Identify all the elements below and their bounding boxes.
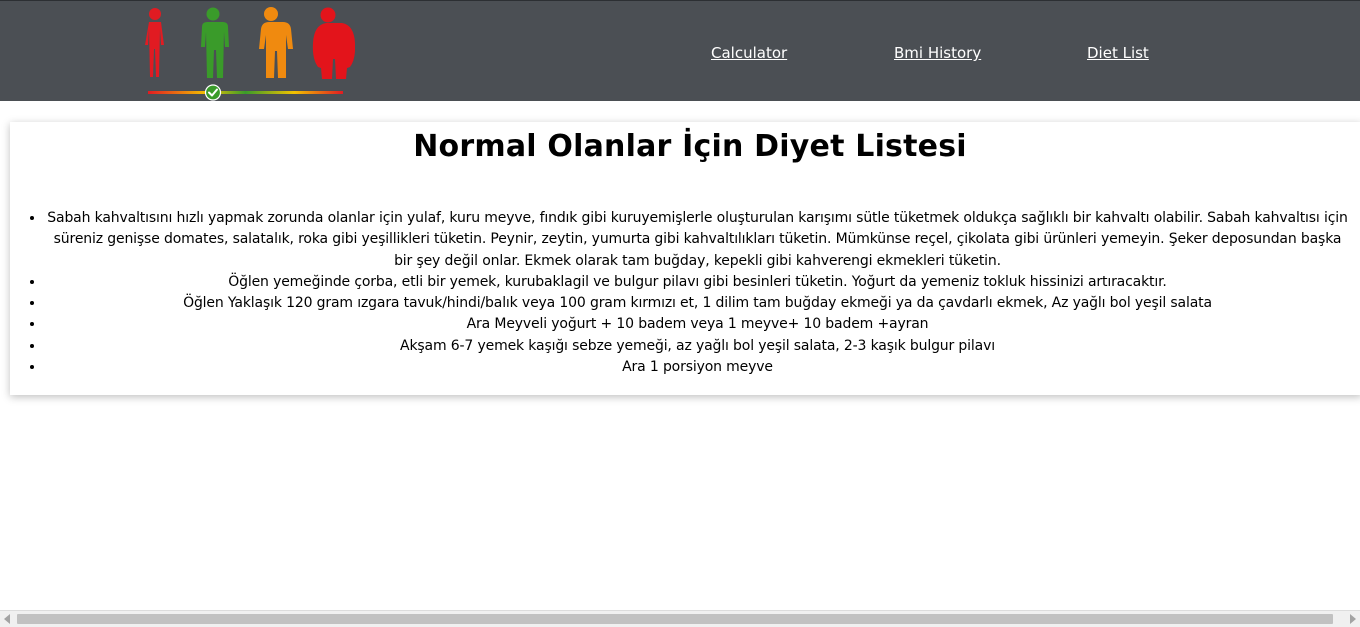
bmi-logo-icon[interactable] <box>140 5 355 101</box>
scroll-right-arrow-icon[interactable] <box>1350 614 1356 624</box>
page-title: Normal Olanlar İçin Diyet Listesi <box>413 129 967 164</box>
scrollbar-thumb[interactable] <box>17 614 1333 624</box>
underweight-figure <box>145 8 164 77</box>
check-icon <box>204 84 222 101</box>
list-item: Akşam 6-7 yemek kaşığı sebze yemeği, az … <box>45 336 1350 357</box>
list-item: Öğlen yemeğinde çorba, etli bir yemek, k… <box>45 272 1350 293</box>
horizontal-scrollbar[interactable] <box>0 610 1360 627</box>
obese-figure <box>312 7 355 79</box>
overweight-figure <box>259 7 293 78</box>
list-item: Sabah kahvaltısını hızlı yapmak zorunda … <box>45 208 1350 272</box>
scroll-left-arrow-icon[interactable] <box>4 614 10 624</box>
list-item: Ara 1 porsiyon meyve <box>45 357 1350 378</box>
diet-card: Normal Olanlar İçin Diyet Listesi Sabah … <box>10 122 1360 395</box>
list-item: Ara Meyveli yoğurt + 10 badem veya 1 mey… <box>45 314 1350 335</box>
nav-calculator-link[interactable]: Calculator <box>711 44 787 62</box>
list-item: Öğlen Yaklaşık 120 gram ızgara tavuk/hin… <box>45 293 1350 314</box>
normal-figure <box>201 7 229 78</box>
nav-bmi-history-link[interactable]: Bmi History <box>894 44 981 62</box>
nav-diet-list-link[interactable]: Diet List <box>1087 44 1149 62</box>
top-navbar: Calculator Bmi History Diet List <box>0 0 1360 101</box>
diet-list: Sabah kahvaltısını hızlı yapmak zorunda … <box>10 208 1350 378</box>
